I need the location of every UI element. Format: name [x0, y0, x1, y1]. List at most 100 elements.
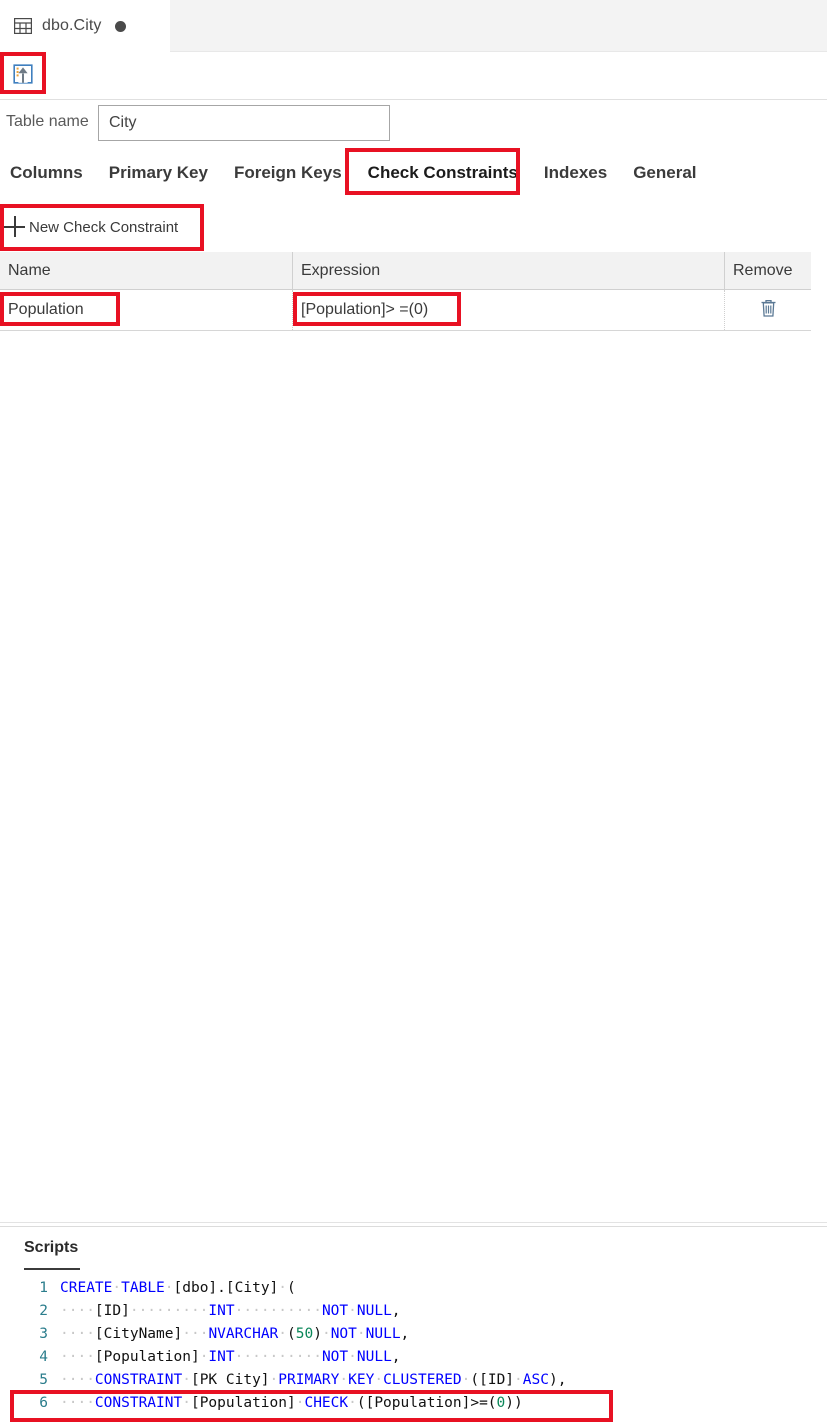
- column-header-name: Name: [0, 252, 293, 289]
- sql-token: TABLE: [121, 1280, 165, 1296]
- table-row[interactable]: Population [Population]> =(0): [0, 290, 811, 330]
- sql-line: 3 ····[CityName]···NVARCHAR·(50)·NOT·NULL…: [0, 1323, 827, 1346]
- sql-token: ·: [278, 1280, 288, 1296]
- cell-constraint-name[interactable]: Population: [0, 290, 293, 330]
- cell-constraint-expression[interactable]: [Population]> =(0): [293, 290, 725, 330]
- sql-token: 0: [496, 1395, 506, 1411]
- sql-token: ·: [269, 1372, 279, 1388]
- sql-line-number: 3: [39, 1326, 48, 1342]
- table-name-row: Table name: [0, 100, 827, 148]
- tab-foreign-keys[interactable]: Foreign Keys: [234, 150, 342, 196]
- sql-token: NULL: [356, 1303, 392, 1319]
- sql-token: ····: [60, 1303, 95, 1319]
- column-header-remove: Remove: [733, 261, 793, 279]
- tab-general[interactable]: General: [633, 150, 696, 196]
- sql-token: ·: [348, 1303, 357, 1319]
- sql-token: ·: [356, 1326, 366, 1342]
- designer-pivot-tabs: Columns Primary Key Foreign Keys Check C…: [0, 150, 827, 196]
- sql-token: ····: [60, 1326, 95, 1342]
- sql-line-number: 6: [39, 1395, 48, 1411]
- sql-token: KEY: [348, 1372, 375, 1388]
- sql-token: ·: [348, 1349, 357, 1365]
- tab-dbo-city[interactable]: dbo.City: [0, 0, 170, 52]
- sql-token: ): [313, 1326, 322, 1342]
- command-bar: New Check Constraint: [0, 204, 827, 250]
- sql-token: (: [287, 1326, 296, 1342]
- sql-line-number: 5: [39, 1372, 48, 1388]
- sql-token: NVARCHAR: [208, 1326, 279, 1342]
- sql-token: CONSTRAINT: [94, 1372, 183, 1388]
- update-publish-button[interactable]: [6, 59, 40, 93]
- sql-token: NULL: [365, 1326, 401, 1342]
- sql-token: CONSTRAINT: [94, 1395, 183, 1411]
- sql-token: ,: [391, 1303, 401, 1319]
- sql-token: 50: [295, 1326, 314, 1342]
- sql-line: 5 ····CONSTRAINT·[PK City]·PRIMARY·KEY·CL…: [0, 1369, 827, 1392]
- sql-token: ·: [182, 1395, 191, 1411]
- sql-token: ·: [164, 1280, 174, 1296]
- sql-token: ····: [60, 1349, 95, 1365]
- plus-icon: [4, 216, 26, 238]
- publish-upload-icon: [12, 63, 34, 90]
- sql-token: ·: [321, 1326, 331, 1342]
- sql-token: [Population]: [94, 1349, 200, 1365]
- sql-token: ·: [514, 1372, 523, 1388]
- tab-columns[interactable]: Columns: [10, 150, 83, 196]
- sql-token: )): [505, 1395, 523, 1411]
- sql-token: ([Population]>=(: [356, 1395, 497, 1411]
- scripts-tab-indicator: [24, 1268, 80, 1270]
- sql-token: ASC: [522, 1372, 549, 1388]
- tab-label: dbo.City: [42, 17, 102, 34]
- sql-line-number: 1: [39, 1280, 48, 1296]
- sql-token: ·········: [129, 1303, 209, 1319]
- sql-token: ···: [182, 1326, 209, 1342]
- sql-token: ·: [348, 1395, 357, 1411]
- sql-token: ,: [557, 1372, 567, 1388]
- sql-line-number: 4: [39, 1349, 48, 1365]
- sql-token: NOT: [321, 1349, 349, 1365]
- tab-indexes[interactable]: Indexes: [544, 150, 607, 196]
- sql-token: [PK City]: [190, 1372, 270, 1388]
- unsaved-changes-dot: [114, 20, 126, 32]
- sql-token: (: [470, 1372, 480, 1388]
- sql-token: INT: [208, 1303, 235, 1319]
- sql-token: [Population]: [190, 1395, 296, 1411]
- table-name-label: Table name: [6, 113, 89, 130]
- sql-token: NOT: [330, 1326, 357, 1342]
- sql-line: 1 CREATE·TABLE·[dbo].[City]·(: [0, 1277, 827, 1300]
- sql-token: ·: [278, 1326, 288, 1342]
- sql-token: ·: [182, 1372, 191, 1388]
- sql-token: ··········: [234, 1303, 322, 1319]
- sql-token: CLUSTERED: [383, 1372, 462, 1388]
- sql-token: ··········: [234, 1349, 322, 1365]
- tab-primary-key[interactable]: Primary Key: [109, 150, 208, 196]
- table-name-input[interactable]: [98, 105, 390, 141]
- sql-token: ·: [112, 1280, 122, 1296]
- check-constraints-grid: Name Expression Remove Population [Popul…: [0, 252, 811, 331]
- sql-token: NOT: [321, 1303, 349, 1319]
- sql-line: 4 ····[Population]·INT··········NOT·NULL,: [0, 1346, 827, 1369]
- sql-token: ····: [60, 1395, 95, 1411]
- editor-tab-bar: dbo.City: [0, 0, 827, 52]
- trash-icon[interactable]: [759, 298, 778, 323]
- sql-line: 2 ····[ID]·········INT··········NOT·NULL,: [0, 1300, 827, 1323]
- sql-token: PRIMARY: [278, 1372, 340, 1388]
- tab-check-constraints[interactable]: Check Constraints: [368, 150, 518, 196]
- sql-token: [dbo].[City]: [173, 1280, 279, 1296]
- sql-token: (: [287, 1280, 296, 1296]
- sql-token: NULL: [356, 1349, 392, 1365]
- sql-token: [CityName]: [94, 1326, 183, 1342]
- table-icon: [13, 17, 33, 35]
- sql-token: [ID]: [479, 1372, 515, 1388]
- sql-token: ····: [60, 1372, 95, 1388]
- sql-script-viewer[interactable]: 1 CREATE·TABLE·[dbo].[City]·(2 ····[ID]···…: [0, 1277, 827, 1415]
- sql-token: ): [548, 1372, 558, 1388]
- cell-remove[interactable]: [725, 290, 811, 330]
- tab-scripts[interactable]: Scripts: [24, 1239, 78, 1257]
- sql-line-number: 2: [39, 1303, 48, 1319]
- scripts-panel: Scripts 1 CREATE·TABLE·[dbo].[City]·(2 ···…: [0, 1227, 827, 1425]
- sql-line: 6 ····CONSTRAINT·[Population]·CHECK·([Pop…: [0, 1392, 827, 1415]
- new-check-constraint-label: New Check Constraint: [29, 218, 179, 236]
- sql-token: CHECK: [304, 1395, 349, 1411]
- new-check-constraint-button[interactable]: New Check Constraint: [4, 210, 178, 244]
